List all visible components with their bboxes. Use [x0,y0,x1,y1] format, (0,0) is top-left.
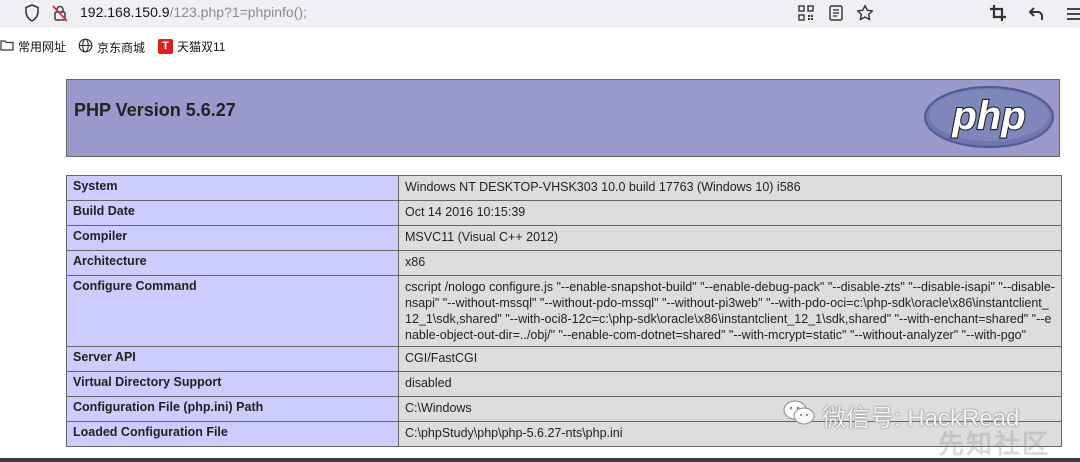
row-key: Build Date [66,200,399,226]
bookmark-label: 京东商城 [97,40,146,55]
menu-icon[interactable] [1065,3,1080,23]
browser-toolbar: 192.168.150.9/123.php?1=phpinfo(); [0,0,1080,28]
page-title: PHP Version 5.6.27 [74,100,236,120]
table-row: Configure Command cscript /nologo configu… [66,275,1062,347]
table-row: Build Date Oct 14 2016 10:15:39 [66,200,1062,226]
bookmark-jd[interactable]: 京东商城 [78,38,145,56]
crop-screenshot-icon[interactable] [988,3,1008,23]
php-logo: php [923,85,1055,154]
table-row: System Windows NT DESKTOP-VHSK303 10.0 bu… [66,175,1062,201]
folder-icon [0,38,14,55]
table-row: Architecture x86 [66,250,1062,276]
bookmark-tmall[interactable]: T 天猫双11 [158,38,225,55]
url-text[interactable]: 192.168.150.9/123.php?1=phpinfo(); [80,4,307,20]
row-key: Virtual Directory Support [66,371,399,397]
row-value: x86 [398,250,1062,276]
row-key: Configure Command [66,275,399,347]
qr-code-icon[interactable] [796,3,816,23]
bottom-edge [0,458,1080,462]
url-path: /123.php?1=phpinfo(); [169,4,307,20]
row-key: Configuration File (php.ini) Path [66,396,399,422]
bookmark-common-sites[interactable]: 常用网址 [0,38,66,55]
php-logo-text: php [951,94,1025,138]
row-value: cscript /nologo configure.js "--enable-s… [398,275,1062,347]
tmall-icon: T [158,39,173,54]
xianzhi-watermark: 先知社区 [938,429,1051,459]
table-row: Server API CGI/FastCGI [66,346,1062,372]
bookmark-star-icon[interactable] [855,3,875,23]
row-key: Server API [66,346,399,372]
row-key: Loaded Configuration File [66,421,399,447]
shield-icon[interactable] [22,3,42,23]
row-key: System [66,175,399,201]
row-value: Windows NT DESKTOP-VHSK303 10.0 build 17… [398,175,1062,201]
insecure-lock-icon[interactable] [50,3,70,23]
undo-icon[interactable] [1027,3,1047,23]
globe-icon [78,38,93,56]
row-value: CGI/FastCGI [398,346,1062,372]
row-value: Oct 14 2016 10:15:39 [398,200,1062,226]
bookmark-label: 天猫双11 [177,40,226,54]
reader-view-icon[interactable] [826,3,846,23]
url-bar[interactable]: 192.168.150.9/123.php?1=phpinfo(); [0,0,884,26]
table-row: Compiler MSVC11 (Visual C++ 2012) [66,225,1062,251]
wechat-icon [782,399,816,432]
row-value: MSVC11 (Visual C++ 2012) [398,225,1062,251]
bookmark-label: 常用网址 [18,40,67,54]
php-version-header: PHP Version 5.6.27 php [66,79,1060,157]
row-value: disabled [398,371,1062,397]
bookmarks-bar: 常用网址 京东商城 T 天猫双11 [0,34,1080,58]
table-row: Virtual Directory Support disabled [66,371,1062,397]
url-host: 192.168.150.9 [80,4,170,20]
row-key: Architecture [66,250,399,276]
row-key: Compiler [66,225,399,251]
